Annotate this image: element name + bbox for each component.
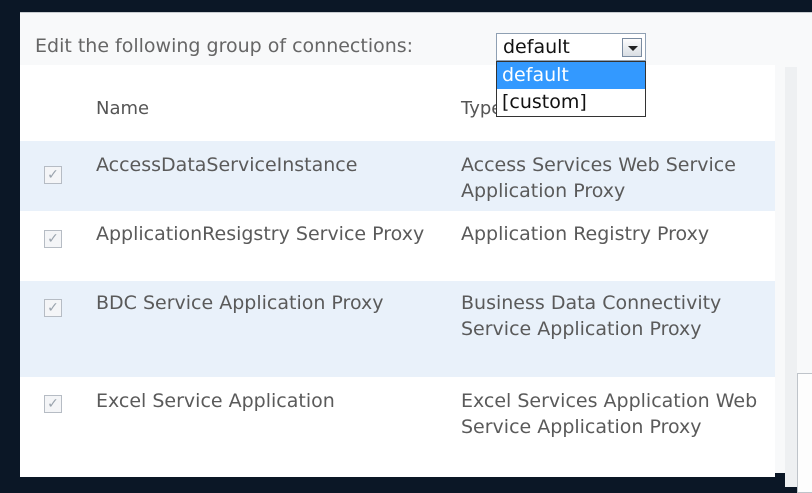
row-type: Excel Services Application Web Service A… (461, 390, 758, 438)
table-row: ✓ BDC Service Application Proxy Business… (20, 281, 775, 377)
row-checkbox[interactable]: ✓ (44, 299, 62, 317)
table-row: ✓ ApplicationResigstry Service Proxy App… (20, 211, 775, 281)
dropdown-option-default[interactable]: default (497, 62, 645, 89)
row-checkbox[interactable]: ✓ (44, 395, 62, 413)
connection-group-dropdown: default [custom] (496, 61, 646, 117)
row-checkbox[interactable]: ✓ (44, 166, 62, 184)
row-type: Business Data Connectivity Service Appli… (461, 292, 722, 340)
group-label: Edit the following group of connections: (35, 35, 414, 57)
dropdown-option-custom[interactable]: [custom] (497, 89, 645, 116)
row-name: Excel Service Application (96, 390, 335, 412)
table-row: ✓ AccessDataServiceInstance Access Servi… (20, 141, 775, 211)
table-header: Name Type (20, 65, 775, 141)
row-name: AccessDataServiceInstance (96, 154, 358, 176)
row-checkbox[interactable]: ✓ (44, 230, 62, 248)
column-header-name: Name (96, 98, 150, 119)
row-type: Access Services Web Service Application … (461, 154, 736, 202)
row-name: ApplicationResigstry Service Proxy (96, 223, 425, 245)
connections-table: Name Type ✓ AccessDataServiceInstance Ac… (20, 65, 775, 477)
chevron-down-icon[interactable] (622, 38, 642, 57)
select-value: default (503, 36, 570, 58)
row-name: BDC Service Application Proxy (96, 292, 384, 314)
row-type: Application Registry Proxy (461, 223, 710, 245)
scroll-track (785, 67, 797, 487)
connections-panel: Edit the following group of connections:… (20, 12, 812, 493)
vertical-scrollbar[interactable] (797, 373, 812, 493)
table-row: ✓ Excel Service Application Excel Servic… (20, 377, 775, 477)
connection-group-select[interactable]: default (496, 33, 646, 61)
